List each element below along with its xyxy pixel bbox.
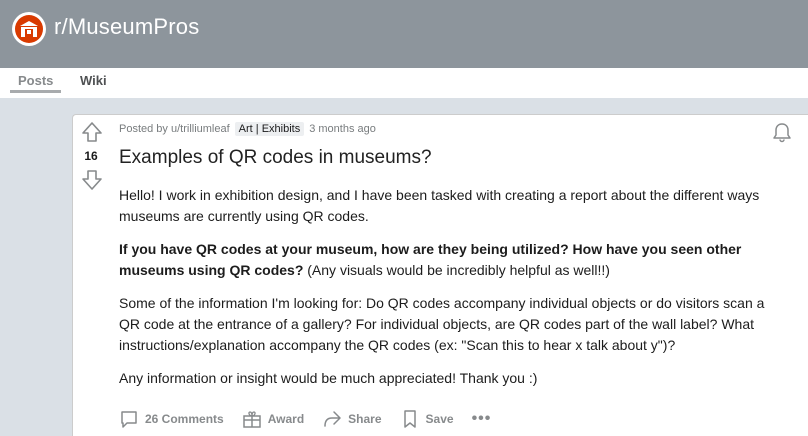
save-label: Save <box>425 412 454 426</box>
save-button[interactable]: Save <box>400 409 454 429</box>
comments-button[interactable]: 26 Comments <box>119 409 224 429</box>
post-meta: Posted by u/trilliumleaf Art | Exhibits … <box>119 122 376 136</box>
subreddit-name[interactable]: r/MuseumPros <box>54 14 199 40</box>
museum-building-icon <box>15 15 43 43</box>
body-paragraph: Any information or insight would be much… <box>119 370 538 386</box>
award-button[interactable]: Award <box>242 409 304 429</box>
tab-wiki[interactable]: Wiki <box>80 73 107 88</box>
subreddit-banner: r/MuseumPros <box>0 0 808 68</box>
award-label: Award <box>267 412 305 426</box>
post-card: 16 Posted by u/trilliumleaf Art | Exhibi… <box>72 114 808 436</box>
comments-label: 26 Comments <box>145 412 224 426</box>
post-body: Hello! I work in exhibition design, and … <box>119 185 789 401</box>
vote-score: 16 <box>84 149 98 163</box>
downvote-arrow-icon[interactable] <box>81 169 103 191</box>
share-arrow-icon <box>324 411 341 427</box>
more-options-icon[interactable]: ••• <box>472 410 492 428</box>
subreddit-nav: Posts Wiki <box>0 68 808 98</box>
vote-column: 16 <box>73 115 109 235</box>
post-title[interactable]: Examples of QR codes in museums? <box>119 147 432 169</box>
gift-icon <box>242 411 261 428</box>
body-paragraph: Hello! I work in exhibition design, and … <box>119 187 760 224</box>
body-paragraph: Some of the information I'm looking for:… <box>119 295 765 353</box>
author-link[interactable]: u/trilliumleaf <box>171 123 230 135</box>
share-label: Share <box>348 412 382 426</box>
bell-icon[interactable] <box>771 121 793 143</box>
comment-icon <box>121 411 137 428</box>
post-flair[interactable]: Art | Exhibits <box>234 122 305 136</box>
body-paragraph-tail: (Any visuals would be incredibly helpful… <box>303 262 610 278</box>
active-tab-indicator <box>10 90 61 93</box>
upvote-arrow-icon[interactable] <box>81 121 103 143</box>
tab-posts[interactable]: Posts <box>18 73 53 88</box>
share-button[interactable]: Share <box>322 409 382 429</box>
bookmark-icon <box>403 410 416 428</box>
subreddit-icon[interactable] <box>12 12 46 46</box>
post-actions: 26 Comments Award Share Save ••• <box>119 407 491 431</box>
post-time[interactable]: 3 months ago <box>309 123 376 135</box>
posted-by-label: Posted by <box>119 123 168 135</box>
body-paragraph: If you have QR codes at your museum, how… <box>119 239 789 281</box>
